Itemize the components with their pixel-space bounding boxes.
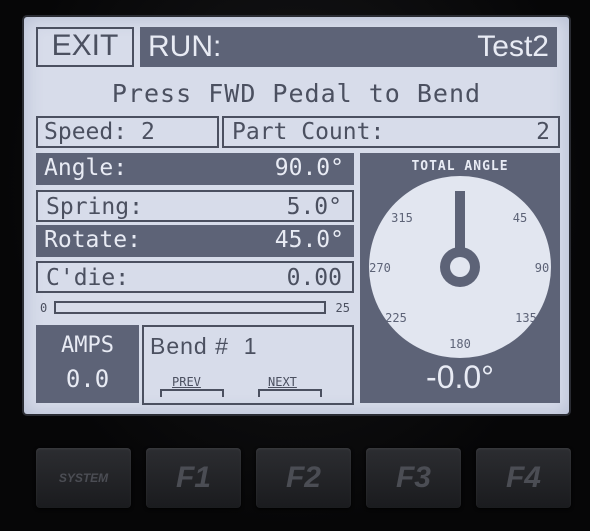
part-count-field[interactable]: Part Count: 2 (222, 116, 560, 148)
exit-button[interactable]: EXIT (36, 27, 134, 67)
gauge-hub-center (450, 257, 470, 277)
amps-label: AMPS (61, 333, 114, 358)
operator-prompt: Press FWD Pedal to Bend (111, 79, 482, 108)
angle-label: Angle: (44, 155, 128, 181)
bend-number: Bend # 1 (150, 333, 257, 360)
bend-value: 1 (243, 333, 258, 359)
gauge-tick-225: 225 (385, 311, 407, 325)
total-angle-readout: -0.0° (426, 359, 494, 395)
amps-value: 0.0 (65, 365, 110, 393)
rotate-value: 45.0° (274, 227, 344, 253)
total-angle-gauge: TOTAL ANGLE 315 45 270 90 225 135 180 -0… (360, 153, 560, 403)
gauge-tick-90: 90 (535, 261, 549, 275)
progress-max-label: 25 (335, 301, 350, 315)
f4-key[interactable]: F4 (476, 448, 571, 508)
prev-key-indicator (160, 389, 224, 397)
system-key[interactable]: SYSTEM (36, 448, 131, 508)
spring-label: Spring: (46, 194, 143, 220)
progress-bar: 0 25 (36, 299, 354, 319)
f3-key[interactable]: F3 (366, 448, 461, 508)
angle-value: 90.0° (274, 155, 344, 181)
progress-min-label: 0 (40, 301, 48, 315)
angle-field[interactable]: Angle: 90.0° (36, 153, 354, 185)
gauge-needle (455, 191, 465, 251)
speed-value: 2 (140, 119, 155, 145)
cdie-field[interactable]: C'die: 0.00 (36, 261, 354, 293)
next-key-indicator (258, 389, 322, 397)
run-status-bar: RUN: Test2 (140, 27, 557, 67)
gauge-dial: 315 45 270 90 225 135 180 (369, 176, 551, 358)
f1-key[interactable]: F1 (146, 448, 241, 508)
gauge-tick-180: 180 (449, 337, 471, 351)
gauge-tick-270: 270 (369, 261, 391, 275)
part-count-value: 2 (536, 119, 550, 145)
bend-panel: Bend # 1 PREV NEXT (142, 325, 354, 405)
spring-field[interactable]: Spring: 5.0° (36, 190, 354, 222)
bend-label: Bend # (150, 333, 229, 359)
f2-key[interactable]: F2 (256, 448, 351, 508)
prev-softkey-label[interactable]: PREV (172, 375, 201, 389)
rotate-label: Rotate: (44, 227, 141, 253)
gauge-tick-315: 315 (391, 211, 413, 225)
cdie-value: 0.00 (286, 265, 342, 291)
amps-panel: AMPS 0.0 (36, 325, 139, 403)
speed-field[interactable]: Speed: 2 (36, 116, 219, 148)
program-name: Test2 (477, 30, 549, 63)
speed-label: Speed: (44, 119, 128, 145)
run-label: RUN: (148, 30, 222, 63)
progress-track (54, 301, 326, 314)
cdie-label: C'die: (46, 265, 130, 291)
part-count-label: Part Count: (232, 119, 385, 145)
next-softkey-label[interactable]: NEXT (268, 375, 297, 389)
spring-value: 5.0° (286, 194, 342, 220)
gauge-tick-45: 45 (513, 211, 527, 225)
lcd-screen: EXIT RUN: Test2 Press FWD Pedal to Bend … (24, 17, 569, 414)
rotate-field[interactable]: Rotate: 45.0° (36, 225, 354, 257)
gauge-tick-135: 135 (515, 311, 537, 325)
